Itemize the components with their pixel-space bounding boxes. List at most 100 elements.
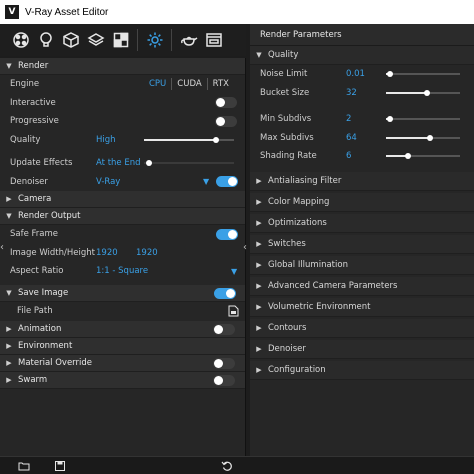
- max-subdivs-value[interactable]: 64: [346, 133, 357, 143]
- section-configuration[interactable]: ▶ Configuration: [250, 360, 474, 380]
- noise-limit-slider[interactable]: [386, 71, 460, 78]
- open-folder-icon[interactable]: [18, 460, 30, 472]
- section-contours[interactable]: ▶ Contours: [250, 318, 474, 338]
- expanded-arrow-icon: ▼: [6, 288, 12, 297]
- toolbar-divider: [137, 29, 138, 51]
- toolbar-divider: [171, 29, 172, 51]
- safe-frame-row: Safe Frame: [0, 225, 245, 244]
- title-bar: V V-Ray Asset Editor: [0, 0, 474, 24]
- progressive-toggle[interactable]: [215, 115, 237, 127]
- max-subdivs-slider[interactable]: [386, 134, 460, 141]
- max-subdivs-label: Max Subdivs: [260, 132, 314, 143]
- section-swarm[interactable]: ▶ Swarm: [0, 372, 245, 389]
- section-global-illumination[interactable]: ▶ Global Illumination: [250, 255, 474, 275]
- expanded-arrow-icon: ▼: [6, 62, 12, 70]
- collapsed-arrow-icon: ▶: [6, 359, 12, 367]
- animation-toggle[interactable]: [213, 324, 235, 335]
- section-material-override[interactable]: ▶ Material Override: [0, 355, 245, 372]
- shading-rate-label: Shading Rate: [260, 151, 317, 162]
- update-effects-row: Update Effects At the End: [0, 154, 245, 173]
- swarm-toggle[interactable]: [213, 375, 235, 386]
- reset-icon[interactable]: [221, 460, 233, 472]
- collapse-center-icon[interactable]: ‹: [243, 242, 247, 253]
- section-quality[interactable]: ▼ Quality: [250, 46, 474, 65]
- settings-icon[interactable]: [142, 26, 167, 54]
- section-animation[interactable]: ▶ Animation: [0, 321, 245, 338]
- interactive-row: Interactive: [0, 94, 245, 113]
- quality-slider[interactable]: [144, 136, 234, 143]
- shading-rate-value[interactable]: 6: [346, 151, 351, 161]
- panel-header: Render Parameters: [250, 24, 474, 46]
- chevron-down-icon[interactable]: ▼: [231, 267, 237, 276]
- quality-param-row: Noise Limit 0.01: [250, 65, 474, 84]
- collapsed-arrow-icon: ▶: [256, 197, 262, 206]
- section-render-output[interactable]: ▼ Render Output: [0, 208, 245, 225]
- bucket-size-slider[interactable]: [386, 89, 460, 96]
- image-height-input[interactable]: 1920: [136, 248, 158, 258]
- file-browse-icon[interactable]: [228, 305, 239, 317]
- material-override-toggle[interactable]: [213, 358, 235, 369]
- asset-toolbar: [0, 24, 246, 56]
- section-advanced-camera-parameters[interactable]: ▶ Advanced Camera Parameters: [250, 276, 474, 296]
- section-render[interactable]: ▼ Render: [0, 58, 245, 75]
- denoiser-row: Denoiser V-Ray ▼: [0, 173, 245, 192]
- status-bar: [0, 456, 474, 474]
- bucket-size-value[interactable]: 32: [346, 88, 357, 98]
- collapse-left-icon[interactable]: ‹: [0, 242, 4, 253]
- shading-rate-slider[interactable]: [386, 153, 460, 160]
- quality-param-row: Bucket Size 32: [250, 84, 474, 103]
- save-image-toggle[interactable]: [214, 287, 236, 299]
- textures-icon[interactable]: [108, 26, 133, 54]
- section-color-mapping[interactable]: ▶ Color Mapping: [250, 192, 474, 212]
- collapsed-arrow-icon: ▶: [256, 260, 262, 269]
- expanded-arrow-icon: ▼: [6, 212, 12, 220]
- section-denoiser[interactable]: ▶ Denoiser: [250, 339, 474, 359]
- vray-logo-icon: V: [5, 5, 19, 19]
- bucket-size-label: Bucket Size: [260, 87, 310, 98]
- quality-param-row: Min Subdivs 2: [250, 110, 474, 129]
- collapsed-arrow-icon: ▶: [256, 218, 262, 227]
- file-path-row: File Path: [0, 302, 245, 321]
- min-subdivs-slider[interactable]: [386, 116, 460, 123]
- section-antialiasing-filter[interactable]: ▶ Antialiasing Filter: [250, 171, 474, 191]
- engine-option-rtx[interactable]: RTX: [208, 79, 234, 89]
- engine-row: Engine CPU CUDA RTX: [0, 75, 245, 94]
- min-subdivs-value[interactable]: 2: [346, 114, 351, 124]
- collapsed-arrow-icon: ▶: [256, 365, 262, 374]
- section-optimizations[interactable]: ▶ Optimizations: [250, 213, 474, 233]
- update-effects-slider[interactable]: [144, 160, 234, 167]
- collapsed-arrow-icon: ▶: [6, 325, 12, 333]
- image-width-input[interactable]: 1920: [96, 248, 118, 258]
- lights-icon[interactable]: [33, 26, 58, 54]
- quality-param-row: Shading Rate 6: [250, 147, 474, 166]
- denoiser-dropdown[interactable]: V-Ray: [96, 177, 120, 187]
- collapsed-arrow-icon: ▶: [256, 302, 262, 311]
- engine-option-cpu[interactable]: CPU: [144, 79, 171, 89]
- render-parameters-panel: Render Parameters ▼ Quality Noise Limit 0…: [250, 24, 474, 456]
- section-switches[interactable]: ▶ Switches: [250, 234, 474, 254]
- materials-icon[interactable]: [8, 26, 33, 54]
- engine-selector: CPU CUDA RTX: [144, 78, 234, 91]
- layers-icon[interactable]: [83, 26, 108, 54]
- geometry-icon[interactable]: [58, 26, 83, 54]
- image-size-row: Image Width/Height 1920 1920: [10, 247, 158, 258]
- expanded-arrow-icon: ▼: [256, 51, 262, 59]
- collapsed-arrow-icon: ▶: [6, 195, 12, 203]
- engine-option-cuda[interactable]: CUDA: [172, 79, 206, 89]
- render-teapot-icon[interactable]: [176, 26, 201, 54]
- section-save-image[interactable]: ▼ Save Image: [0, 284, 245, 302]
- interactive-toggle[interactable]: [215, 97, 237, 109]
- safe-frame-toggle[interactable]: [216, 228, 238, 240]
- section-environment[interactable]: ▶ Environment: [0, 338, 245, 355]
- section-camera[interactable]: ▶ Camera: [0, 191, 245, 208]
- render-settings-panel: ▼ Render Engine CPU CUDA RTX Interactive…: [0, 58, 246, 456]
- noise-limit-value[interactable]: 0.01: [346, 69, 365, 79]
- quality-param-row: Max Subdivs 64: [250, 129, 474, 148]
- progressive-row: Progressive: [0, 112, 245, 131]
- section-volumetric-environment[interactable]: ▶ Volumetric Environment: [250, 297, 474, 317]
- save-icon[interactable]: [54, 460, 66, 472]
- chevron-down-icon[interactable]: ▼: [203, 177, 209, 186]
- frame-buffer-icon[interactable]: [201, 26, 226, 54]
- denoiser-toggle[interactable]: [216, 176, 238, 188]
- aspect-ratio-dropdown[interactable]: 1:1 - Square: [96, 266, 148, 276]
